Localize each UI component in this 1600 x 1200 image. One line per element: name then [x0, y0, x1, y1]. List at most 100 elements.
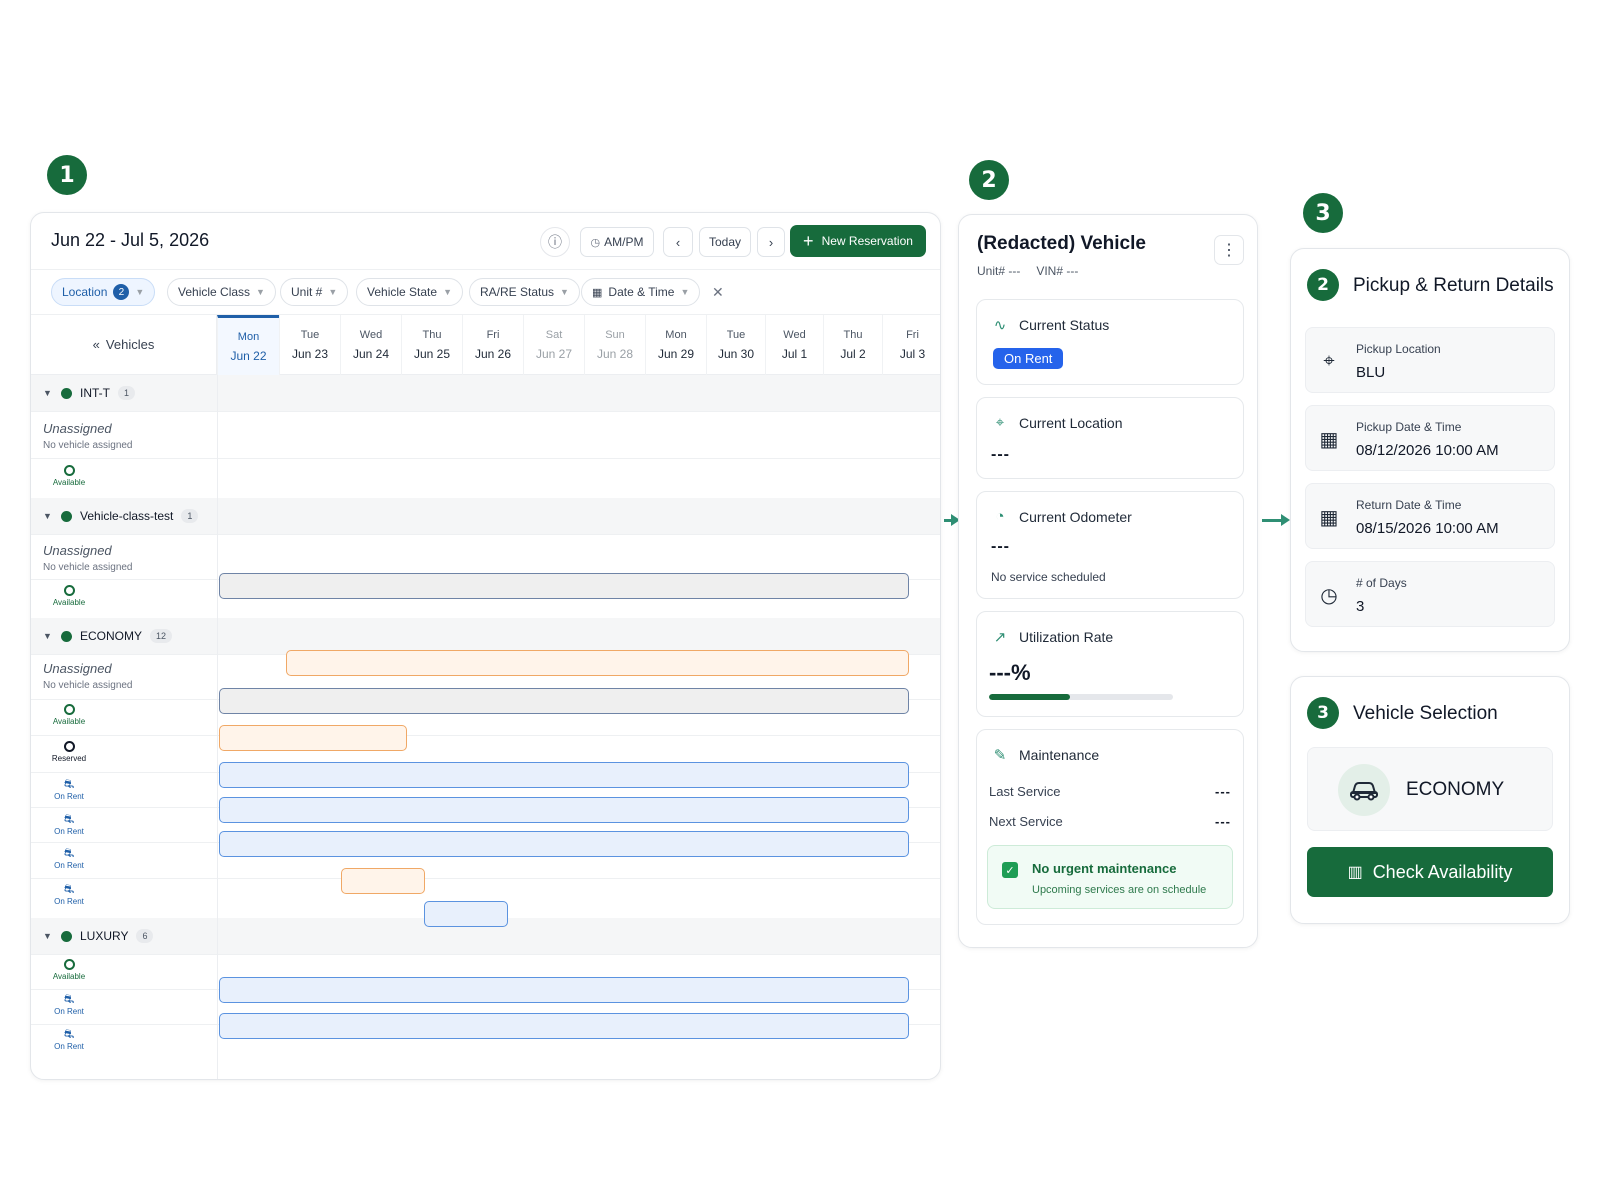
pickup-location-field[interactable]: ⌖ Pickup Location BLU: [1305, 327, 1555, 393]
reservation-bar[interactable]: [341, 868, 425, 894]
vehicle-status-on-rent[interactable]: ⛐ On Rent: [47, 778, 91, 801]
group-row-int-t[interactable]: ▼ INT-T 1: [31, 375, 940, 411]
reservation-bar[interactable]: [219, 725, 407, 751]
day-date: Jun 24: [352, 347, 390, 361]
chevron-down-icon[interactable]: ▼: [43, 631, 53, 641]
filter-date-time[interactable]: ▦ Date & Time ▼: [581, 278, 701, 306]
day-dow: Mon: [665, 329, 687, 341]
field-label: Pickup Date & Time: [1356, 420, 1462, 434]
card-title: Maintenance: [1019, 747, 1100, 763]
trending-up-icon: ↗: [993, 629, 1007, 646]
chevron-left-icon: ‹: [675, 234, 681, 250]
day-header[interactable]: Tue Jun 30: [706, 315, 765, 375]
chevron-down-icon: ▼: [256, 287, 265, 297]
vehicle-status-on-rent[interactable]: ⛐ On Rent: [47, 847, 91, 870]
next-week-button[interactable]: ›: [757, 227, 785, 257]
reservation-bar[interactable]: [219, 573, 909, 599]
day-header[interactable]: Mon Jun 22: [217, 315, 279, 375]
vehicle-vin: VIN# ---: [1036, 264, 1079, 278]
filter-vehicle-state[interactable]: Vehicle State ▼: [356, 278, 463, 306]
utilization-progress-fill: [989, 694, 1070, 700]
chevron-down-icon[interactable]: ▼: [43, 388, 53, 398]
day-header[interactable]: Sun Jun 28: [584, 315, 645, 375]
day-header[interactable]: Tue Jun 23: [279, 315, 340, 375]
pickup-datetime-field[interactable]: ▦ Pickup Date & Time 08/12/2026 10:00 AM: [1305, 405, 1555, 471]
row-divider: [31, 735, 940, 736]
filter-rare-status[interactable]: RA/RE Status ▼: [469, 278, 580, 306]
last-service-row: Last Service ---: [989, 784, 1231, 799]
reservation-bar[interactable]: [219, 1013, 909, 1039]
utilization-rate-card: ↗ Utilization Rate ---%: [976, 611, 1244, 717]
day-header[interactable]: Sat Jun 27: [523, 315, 584, 375]
new-reservation-button[interactable]: + New Reservation: [790, 225, 926, 257]
circle-icon: [63, 959, 75, 970]
day-header[interactable]: Thu Jul 2: [823, 315, 882, 375]
odometer-note: No service scheduled: [991, 570, 1106, 584]
reservation-bar[interactable]: [286, 650, 909, 676]
status-label: On Rent: [54, 1042, 84, 1051]
today-button[interactable]: Today: [699, 227, 751, 257]
reservation-bar[interactable]: [219, 977, 909, 1003]
prev-week-button[interactable]: ‹: [663, 227, 693, 257]
section-badge: 2: [1307, 269, 1339, 301]
day-header[interactable]: Wed Jul 1: [765, 315, 823, 375]
reservation-bar[interactable]: [219, 831, 909, 857]
return-datetime-field[interactable]: ▦ Return Date & Time 08/15/2026 10:00 AM: [1305, 483, 1555, 549]
filter-unit[interactable]: Unit # ▼: [280, 278, 349, 306]
clear-filters-icon[interactable]: ✕: [712, 284, 724, 301]
days-field[interactable]: ◷ # of Days 3: [1305, 561, 1555, 627]
field-label: Return Date & Time: [1356, 498, 1462, 512]
day-header[interactable]: Mon Jun 29: [645, 315, 706, 375]
check-availability-button[interactable]: ▥ Check Availability: [1307, 847, 1553, 897]
reservation-bar[interactable]: [219, 762, 909, 788]
vehicles-column-header[interactable]: « Vehicles: [31, 315, 217, 375]
group-name: INT-T: [80, 386, 110, 400]
filter-location[interactable]: Location 2 ▼: [51, 278, 156, 306]
day-dow: Thu: [843, 329, 863, 341]
day-dow: Wed: [359, 329, 383, 341]
reservation-bar[interactable]: [424, 901, 508, 927]
group-status-dot: [61, 387, 72, 399]
day-header[interactable]: Thu Jun 25: [401, 315, 462, 375]
status-label: Reserved: [51, 754, 87, 763]
group-row-vehicle-class-test[interactable]: ▼ Vehicle-class-test 1: [31, 498, 940, 534]
circle-icon: [63, 585, 75, 596]
field-value: 08/15/2026 10:00 AM: [1356, 520, 1499, 537]
vehicle-status-available[interactable]: Available: [47, 585, 91, 607]
ampm-toggle[interactable]: ◷ AM/PM: [580, 227, 654, 257]
vehicle-status-available[interactable]: Available: [47, 704, 91, 726]
flow-arrow-right: [944, 514, 960, 526]
day-header[interactable]: Fri Jul 3: [882, 315, 940, 375]
vehicle-status-available[interactable]: Available: [47, 959, 91, 981]
chevron-down-icon[interactable]: ▼: [43, 511, 53, 521]
day-header[interactable]: Fri Jun 26: [462, 315, 523, 375]
reservation-bar[interactable]: [219, 797, 909, 823]
more-options-button[interactable]: ⋮: [1214, 235, 1244, 265]
vehicle-status-on-rent[interactable]: ⛐ On Rent: [47, 883, 91, 906]
chevron-down-icon: ▼: [135, 287, 145, 297]
vehicle-status-reserved[interactable]: Reserved: [47, 741, 91, 763]
filter-vehicle-class[interactable]: Vehicle Class ▼: [167, 278, 276, 306]
day-date: Jul 3: [899, 347, 926, 361]
row-divider: [31, 534, 940, 535]
field-label: Pickup Location: [1356, 342, 1441, 356]
info-button[interactable]: ⓘ: [540, 227, 570, 257]
vehicle-status-on-rent[interactable]: ⛐ On Rent: [47, 813, 91, 836]
filter-vehicle-state-label: Vehicle State: [367, 285, 438, 299]
filter-date-time-label: Date & Time: [608, 285, 675, 299]
step-2-title: Review vehicle status: [1022, 168, 1224, 191]
day-header[interactable]: Wed Jun 24: [340, 315, 401, 375]
today-label: Today: [708, 235, 742, 249]
filter-location-label: Location: [62, 285, 108, 299]
vehicle-class-option[interactable]: ECONOMY: [1307, 747, 1553, 831]
reservation-bar[interactable]: [219, 688, 909, 714]
maintenance-ok-notice: ✓ No urgent maintenance Upcoming service…: [987, 845, 1233, 909]
unassigned-subtitle: No vehicle assigned: [43, 440, 133, 451]
group-row-economy[interactable]: ▼ ECONOMY 12: [31, 618, 940, 654]
vehicle-status-on-rent[interactable]: ⛐ On Rent: [47, 1028, 91, 1051]
chevron-down-icon[interactable]: ▼: [43, 931, 53, 941]
vehicle-status-available[interactable]: Available: [47, 465, 91, 487]
group-status-dot: [61, 510, 72, 522]
vehicle-status-on-rent[interactable]: ⛐ On Rent: [47, 993, 91, 1016]
group-name: LUXURY: [80, 929, 129, 943]
